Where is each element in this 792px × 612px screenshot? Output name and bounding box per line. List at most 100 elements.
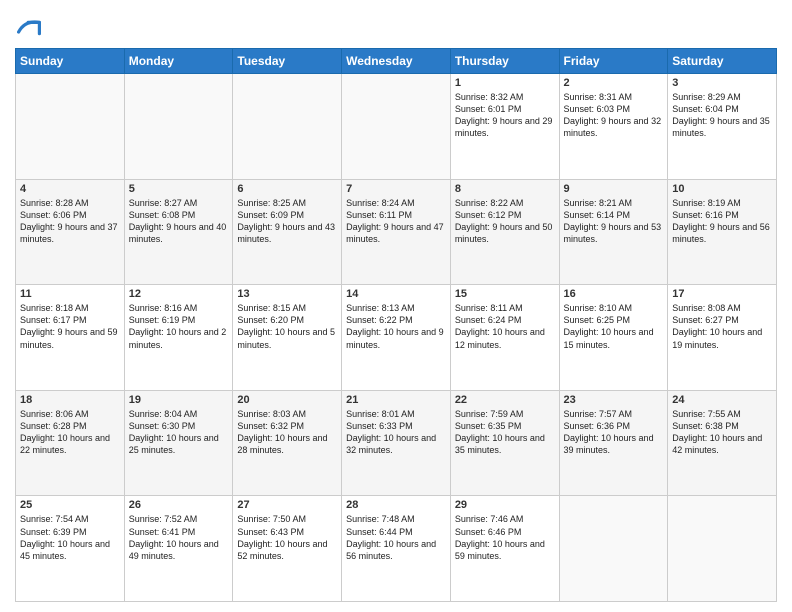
- weekday-header-friday: Friday: [559, 49, 668, 74]
- weekday-header-thursday: Thursday: [450, 49, 559, 74]
- logo: [15, 14, 41, 40]
- day-number: 11: [20, 288, 120, 300]
- calendar-cell: 13 Sunrise: 8:15 AM Sunset: 6:20 PM Dayli…: [233, 285, 342, 391]
- calendar-cell: 7Sunrise: 8:24 AM Sunset: 6:11 PM Daylig…: [342, 179, 451, 285]
- day-info: Sunrise: 8:27 AM Sunset: 6:08 PM Dayligh…: [129, 197, 229, 246]
- day-number: 26: [129, 499, 229, 511]
- day-number: 15: [455, 288, 555, 300]
- calendar-cell: 12 Sunrise: 8:16 AM Sunset: 6:19 PM Dayli…: [124, 285, 233, 391]
- day-info: Sunrise: 7:55 AM Sunset: 6:38 PM Dayligh…: [672, 408, 772, 457]
- day-number: 8: [455, 183, 555, 195]
- weekday-header-sunday: Sunday: [16, 49, 125, 74]
- calendar-cell: [668, 496, 777, 602]
- calendar-cell: 20 Sunrise: 8:03 AM Sunset: 6:32 PM Dayli…: [233, 390, 342, 496]
- week-row-2: 4 Sunrise: 8:28 AM Sunset: 6:06 PM Daylig…: [16, 179, 777, 285]
- calendar-cell: 23Sunrise: 7:57 AM Sunset: 6:36 PM Dayli…: [559, 390, 668, 496]
- calendar-cell: [559, 496, 668, 602]
- day-info: Sunrise: 8:01 AM Sunset: 6:33 PM Dayligh…: [346, 408, 446, 457]
- calendar-cell: 21 Sunrise: 8:01 AM Sunset: 6:33 PM Dayli…: [342, 390, 451, 496]
- weekday-header-monday: Monday: [124, 49, 233, 74]
- calendar-cell: 29 Sunrise: 7:46 AM Sunset: 6:46 PM Dayli…: [450, 496, 559, 602]
- day-number: 14: [346, 288, 446, 300]
- calendar-cell: [16, 74, 125, 180]
- calendar-cell: 8Sunrise: 8:22 AM Sunset: 6:12 PM Daylig…: [450, 179, 559, 285]
- week-row-5: 25Sunrise: 7:54 AM Sunset: 6:39 PM Dayli…: [16, 496, 777, 602]
- calendar-cell: 22 Sunrise: 7:59 AM Sunset: 6:35 PM Dayli…: [450, 390, 559, 496]
- calendar-cell: 14 Sunrise: 8:13 AM Sunset: 6:22 PM Dayli…: [342, 285, 451, 391]
- day-number: 22: [455, 394, 555, 406]
- week-row-4: 18 Sunrise: 8:06 AM Sunset: 6:28 PM Dayli…: [16, 390, 777, 496]
- page: SundayMondayTuesdayWednesdayThursdayFrid…: [0, 0, 792, 612]
- calendar-cell: [124, 74, 233, 180]
- day-info: Sunrise: 7:54 AM Sunset: 6:39 PM Dayligh…: [20, 513, 120, 562]
- calendar-table: SundayMondayTuesdayWednesdayThursdayFrid…: [15, 48, 777, 602]
- day-number: 3: [672, 77, 772, 89]
- calendar-cell: 9Sunrise: 8:21 AM Sunset: 6:14 PM Daylig…: [559, 179, 668, 285]
- day-info: Sunrise: 8:04 AM Sunset: 6:30 PM Dayligh…: [129, 408, 229, 457]
- day-info: Sunrise: 8:03 AM Sunset: 6:32 PM Dayligh…: [237, 408, 337, 457]
- day-info: Sunrise: 7:59 AM Sunset: 6:35 PM Dayligh…: [455, 408, 555, 457]
- day-info: Sunrise: 8:16 AM Sunset: 6:19 PM Dayligh…: [129, 302, 229, 351]
- week-row-1: 1Sunrise: 8:32 AM Sunset: 6:01 PM Daylig…: [16, 74, 777, 180]
- day-number: 24: [672, 394, 772, 406]
- day-number: 20: [237, 394, 337, 406]
- calendar-cell: 27Sunrise: 7:50 AM Sunset: 6:43 PM Dayli…: [233, 496, 342, 602]
- calendar-cell: 4 Sunrise: 8:28 AM Sunset: 6:06 PM Daylig…: [16, 179, 125, 285]
- day-number: 9: [564, 183, 664, 195]
- day-number: 16: [564, 288, 664, 300]
- day-number: 5: [129, 183, 229, 195]
- day-number: 28: [346, 499, 446, 511]
- day-info: Sunrise: 8:08 AM Sunset: 6:27 PM Dayligh…: [672, 302, 772, 351]
- day-info: Sunrise: 8:25 AM Sunset: 6:09 PM Dayligh…: [237, 197, 337, 246]
- day-number: 12: [129, 288, 229, 300]
- day-info: Sunrise: 7:52 AM Sunset: 6:41 PM Dayligh…: [129, 513, 229, 562]
- day-info: Sunrise: 8:11 AM Sunset: 6:24 PM Dayligh…: [455, 302, 555, 351]
- calendar-cell: 1Sunrise: 8:32 AM Sunset: 6:01 PM Daylig…: [450, 74, 559, 180]
- day-info: Sunrise: 8:15 AM Sunset: 6:20 PM Dayligh…: [237, 302, 337, 351]
- calendar-cell: 15 Sunrise: 8:11 AM Sunset: 6:24 PM Dayli…: [450, 285, 559, 391]
- day-info: Sunrise: 8:18 AM Sunset: 6:17 PM Dayligh…: [20, 302, 120, 351]
- day-info: Sunrise: 8:10 AM Sunset: 6:25 PM Dayligh…: [564, 302, 664, 351]
- day-info: Sunrise: 8:13 AM Sunset: 6:22 PM Dayligh…: [346, 302, 446, 351]
- calendar-cell: 5 Sunrise: 8:27 AM Sunset: 6:08 PM Daylig…: [124, 179, 233, 285]
- day-number: 29: [455, 499, 555, 511]
- day-info: Sunrise: 7:50 AM Sunset: 6:43 PM Dayligh…: [237, 513, 337, 562]
- day-info: Sunrise: 8:29 AM Sunset: 6:04 PM Dayligh…: [672, 91, 772, 140]
- logo-icon: [17, 16, 41, 40]
- calendar-cell: 26 Sunrise: 7:52 AM Sunset: 6:41 PM Dayli…: [124, 496, 233, 602]
- day-number: 7: [346, 183, 446, 195]
- day-number: 18: [20, 394, 120, 406]
- day-number: 17: [672, 288, 772, 300]
- weekday-header-wednesday: Wednesday: [342, 49, 451, 74]
- day-info: Sunrise: 8:06 AM Sunset: 6:28 PM Dayligh…: [20, 408, 120, 457]
- calendar-cell: 10 Sunrise: 8:19 AM Sunset: 6:16 PM Dayli…: [668, 179, 777, 285]
- calendar-cell: 19Sunrise: 8:04 AM Sunset: 6:30 PM Dayli…: [124, 390, 233, 496]
- day-info: Sunrise: 8:31 AM Sunset: 6:03 PM Dayligh…: [564, 91, 664, 140]
- week-row-3: 11 Sunrise: 8:18 AM Sunset: 6:17 PM Dayli…: [16, 285, 777, 391]
- calendar-cell: 25Sunrise: 7:54 AM Sunset: 6:39 PM Dayli…: [16, 496, 125, 602]
- day-number: 23: [564, 394, 664, 406]
- day-number: 4: [20, 183, 120, 195]
- calendar-cell: [342, 74, 451, 180]
- calendar-cell: 28 Sunrise: 7:48 AM Sunset: 6:44 PM Dayli…: [342, 496, 451, 602]
- day-number: 21: [346, 394, 446, 406]
- calendar-cell: [233, 74, 342, 180]
- calendar-cell: 24 Sunrise: 7:55 AM Sunset: 6:38 PM Dayli…: [668, 390, 777, 496]
- day-number: 2: [564, 77, 664, 89]
- calendar-cell: 2 Sunrise: 8:31 AM Sunset: 6:03 PM Daylig…: [559, 74, 668, 180]
- day-number: 13: [237, 288, 337, 300]
- calendar-cell: 16 Sunrise: 8:10 AM Sunset: 6:25 PM Dayli…: [559, 285, 668, 391]
- day-info: Sunrise: 8:19 AM Sunset: 6:16 PM Dayligh…: [672, 197, 772, 246]
- day-number: 6: [237, 183, 337, 195]
- calendar-cell: 6 Sunrise: 8:25 AM Sunset: 6:09 PM Daylig…: [233, 179, 342, 285]
- calendar-cell: 3 Sunrise: 8:29 AM Sunset: 6:04 PM Daylig…: [668, 74, 777, 180]
- weekday-header-saturday: Saturday: [668, 49, 777, 74]
- day-info: Sunrise: 7:46 AM Sunset: 6:46 PM Dayligh…: [455, 513, 555, 562]
- calendar-cell: 18 Sunrise: 8:06 AM Sunset: 6:28 PM Dayli…: [16, 390, 125, 496]
- day-info: Sunrise: 8:28 AM Sunset: 6:06 PM Dayligh…: [20, 197, 120, 246]
- weekday-header-row: SundayMondayTuesdayWednesdayThursdayFrid…: [16, 49, 777, 74]
- day-info: Sunrise: 7:48 AM Sunset: 6:44 PM Dayligh…: [346, 513, 446, 562]
- calendar-cell: 17 Sunrise: 8:08 AM Sunset: 6:27 PM Dayli…: [668, 285, 777, 391]
- day-number: 10: [672, 183, 772, 195]
- calendar-cell: 11 Sunrise: 8:18 AM Sunset: 6:17 PM Dayli…: [16, 285, 125, 391]
